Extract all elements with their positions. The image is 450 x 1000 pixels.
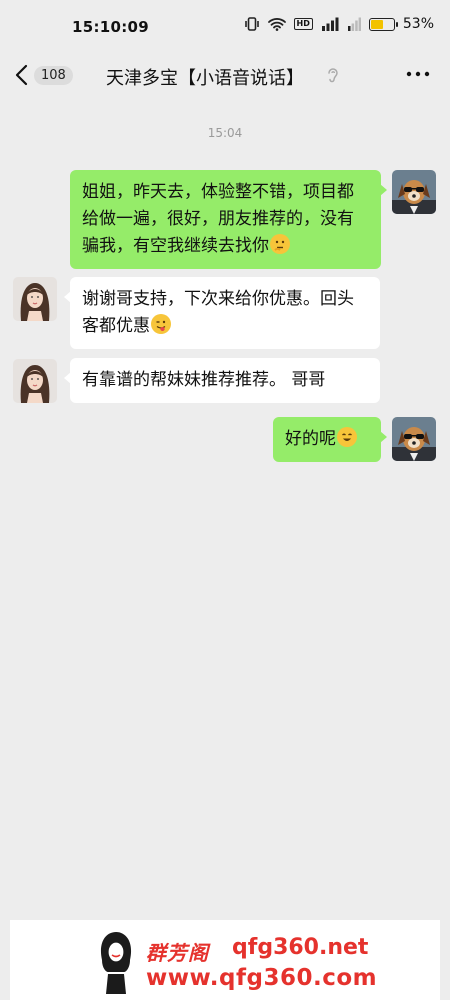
vibrate-icon	[244, 17, 260, 31]
hd-icon: HD	[293, 18, 313, 30]
contact-avatar[interactable]	[13, 277, 57, 321]
wink-tongue-emoji-icon	[151, 314, 171, 334]
back-chevron-icon	[15, 64, 28, 86]
signal-icon	[321, 17, 339, 31]
woman-avatar-image	[13, 359, 57, 403]
status-time: 15:10:09	[72, 18, 150, 36]
unread-count-badge: 108	[34, 65, 73, 85]
battery-level	[370, 19, 383, 29]
contact-avatar[interactable]	[13, 359, 57, 403]
message-bubble-received[interactable]: 有靠谱的帮妹妹推荐推荐。 哥哥	[64, 358, 380, 403]
wifi-icon	[267, 17, 286, 31]
more-icon	[406, 71, 430, 77]
message-bubble-sent[interactable]: 好的呢	[273, 417, 387, 462]
signal-weak-icon	[347, 17, 361, 31]
battery-percent: 53%	[402, 16, 434, 32]
message-text: 姐姐，昨天去，体验整不错，项目都给做一遍，很好，朋友推荐的，没有骗我，有空我继续…	[82, 182, 354, 256]
thinking-emoji-icon	[270, 234, 290, 254]
battery-icon	[368, 17, 398, 31]
watermark-logo-icon	[94, 930, 138, 998]
dog-avatar-image	[392, 170, 436, 214]
watermark-banner: 群芳阁 qfg360.net www.qfg360.com	[10, 920, 440, 1000]
message-bubble-received[interactable]: 谢谢哥支持，下次来给你优惠。回头客都优惠	[64, 277, 380, 349]
watermark-brand: 群芳阁	[146, 941, 209, 965]
message-text: 有靠谱的帮妹妹推荐推荐。 哥哥	[82, 370, 326, 390]
watermark-url-net: qfg360.net	[232, 935, 369, 960]
chat-title: 天津多宝【小语音说话】	[106, 68, 304, 89]
my-avatar[interactable]	[392, 417, 436, 461]
status-icons: HD 53%	[244, 16, 434, 32]
my-avatar[interactable]	[392, 170, 436, 214]
ear-icon	[326, 66, 340, 88]
grin-emoji-icon	[337, 427, 357, 447]
watermark-url-com: www.qfg360.com	[146, 965, 378, 991]
status-bar: 15:10:09 HD 53%	[0, 0, 450, 52]
dog-avatar-image	[392, 417, 436, 461]
message-text: 好的呢	[285, 429, 336, 449]
message-bubble-sent[interactable]: 姐姐，昨天去，体验整不错，项目都给做一遍，很好，朋友推荐的，没有骗我，有空我继续…	[70, 170, 387, 269]
message-timestamp: 15:04	[207, 126, 243, 140]
woman-avatar-image	[13, 277, 57, 321]
back-button[interactable]: 108	[14, 60, 78, 90]
more-options-button[interactable]	[406, 64, 430, 88]
message-text: 谢谢哥支持，下次来给你优惠。回头客都优惠	[82, 289, 354, 336]
chat-header: 108 天津多宝【小语音说话】	[0, 52, 450, 98]
